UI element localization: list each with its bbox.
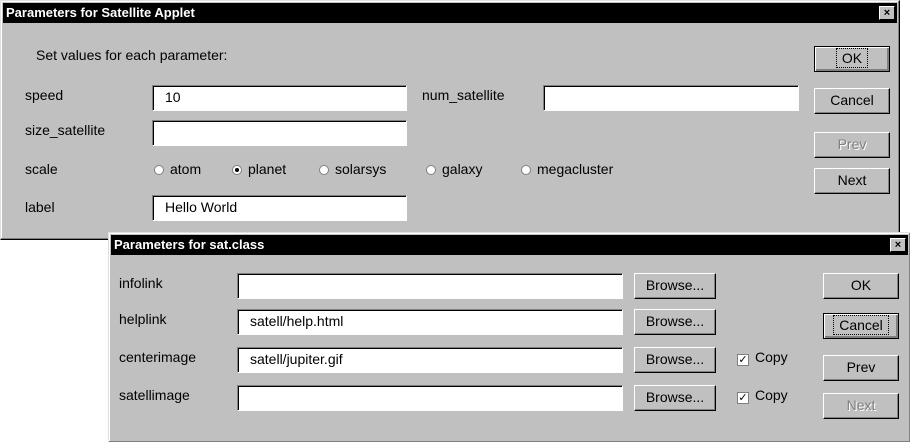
helplink-browse-button[interactable]: Browse... [634, 309, 716, 335]
infolink-input[interactable] [237, 273, 623, 299]
sat-class-dialog: Parameters for sat.class × infolink Brow… [108, 232, 910, 442]
helplink-input[interactable]: satell/help.html [237, 309, 623, 335]
centerimage-label: centerimage [119, 349, 197, 365]
label-input[interactable]: Hello World [152, 195, 407, 221]
prev-button[interactable]: Prev [823, 355, 899, 381]
centerimage-browse-button[interactable]: Browse... [634, 347, 716, 373]
radio-label: atom [170, 161, 202, 177]
size-satellite-input[interactable] [152, 120, 407, 146]
close-icon[interactable]: × [890, 238, 906, 252]
dialog-title-bar[interactable]: Parameters for Satellite Applet × [3, 3, 897, 23]
radio-label: planet [248, 161, 287, 177]
centerimage-input[interactable]: satell/jupiter.gif [237, 347, 623, 373]
cancel-button[interactable]: Cancel [823, 313, 899, 339]
radio-button-icon [319, 165, 329, 175]
radio-button-icon [154, 165, 164, 175]
size-satellite-label: size_satellite [25, 122, 106, 138]
num-satellite-label: num_satellite [422, 87, 505, 103]
dialog-title-bar[interactable]: Parameters for sat.class × [111, 235, 908, 255]
close-icon[interactable]: × [879, 6, 895, 20]
ok-button[interactable]: OK [823, 273, 899, 299]
next-button[interactable]: Next [814, 168, 890, 194]
label-label: label [25, 199, 55, 215]
instructions-text: Set values for each parameter: [36, 47, 228, 63]
prev-button[interactable]: Prev [814, 132, 890, 158]
radio-label: megacluster [537, 161, 614, 177]
checkbox-label: Copy [755, 349, 788, 365]
satellite-applet-dialog: Parameters for Satellite Applet × Set va… [0, 0, 900, 240]
num-satellite-input[interactable] [543, 85, 799, 111]
satellimage-copy-checkbox[interactable]: ✓ Copy [737, 387, 788, 404]
dialog-title: Parameters for sat.class [114, 237, 265, 252]
satellimage-browse-button[interactable]: Browse... [634, 385, 716, 411]
helplink-label: helplink [119, 311, 167, 327]
scale-label: scale [25, 161, 58, 177]
centerimage-copy-checkbox[interactable]: ✓ Copy [737, 349, 788, 366]
scale-option-atom[interactable]: atom [154, 161, 201, 177]
radio-button-selected-icon [232, 165, 242, 175]
speed-input[interactable]: 10 [152, 85, 407, 111]
cancel-button[interactable]: Cancel [814, 88, 890, 114]
checkbox-checked-icon: ✓ [737, 354, 749, 366]
checkbox-checked-icon: ✓ [737, 392, 749, 404]
ok-button[interactable]: OK [814, 46, 890, 72]
satellimage-input[interactable] [237, 385, 623, 411]
infolink-label: infolink [119, 275, 163, 291]
scale-option-megacluster[interactable]: megacluster [521, 161, 613, 177]
speed-label: speed [25, 87, 64, 103]
radio-button-icon [521, 165, 531, 175]
scale-option-solarsys[interactable]: solarsys [319, 161, 386, 177]
dialog-title: Parameters for Satellite Applet [6, 5, 195, 20]
scale-option-galaxy[interactable]: galaxy [426, 161, 482, 177]
checkbox-label: Copy [755, 387, 788, 403]
radio-label: solarsys [335, 161, 387, 177]
infolink-browse-button[interactable]: Browse... [634, 273, 716, 299]
next-button[interactable]: Next [823, 393, 899, 419]
scale-option-planet[interactable]: planet [232, 161, 286, 177]
satellimage-label: satellimage [119, 387, 190, 403]
radio-button-icon [426, 165, 436, 175]
radio-label: galaxy [442, 161, 483, 177]
